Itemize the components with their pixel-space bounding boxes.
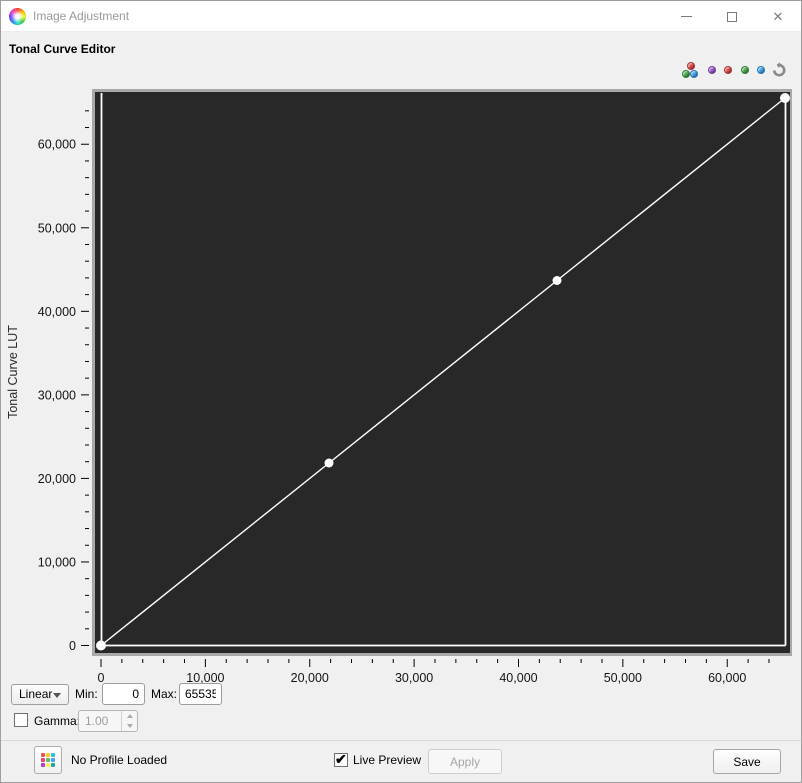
- x-tick-label: 50,000: [604, 671, 642, 685]
- y-tick-label: 10,000: [38, 555, 76, 569]
- tonal-curve-chart: 010,00020,00030,00040,00050,00060,000010…: [1, 86, 802, 690]
- channel-green-icon[interactable]: [741, 66, 749, 74]
- profile-status: No Profile Loaded: [71, 746, 167, 774]
- spin-up-icon[interactable]: [122, 711, 137, 721]
- x-tick-label: 40,000: [499, 671, 537, 685]
- save-button[interactable]: Save: [713, 749, 781, 774]
- y-tick-label: 0: [69, 639, 76, 653]
- x-tick-label: 60,000: [708, 671, 746, 685]
- control-point[interactable]: [553, 276, 562, 285]
- save-button-label: Save: [733, 755, 760, 769]
- window-controls: ✕: [663, 1, 801, 32]
- channel-luminance-icon[interactable]: [708, 66, 716, 74]
- channel-rgb-combined-icon[interactable]: [682, 62, 699, 78]
- control-point[interactable]: [325, 459, 334, 468]
- curve-type-dropdown[interactable]: Linear: [11, 684, 69, 705]
- channel-red-icon[interactable]: [724, 66, 732, 74]
- reset-icon: [770, 61, 788, 79]
- gamma-value: 1.00: [85, 711, 108, 731]
- section-title: Tonal Curve Editor: [9, 42, 115, 56]
- y-tick-label: 30,000: [38, 388, 76, 402]
- profile-grid-icon: [41, 753, 55, 767]
- y-tick-label: 20,000: [38, 472, 76, 486]
- channel-blue-icon[interactable]: [757, 66, 765, 74]
- control-point[interactable]: [96, 641, 106, 651]
- y-tick-label: 60,000: [38, 138, 76, 152]
- max-label: Max:: [151, 684, 177, 705]
- rgb-red-dot-icon: [687, 62, 695, 70]
- live-preview-label: Live Preview: [353, 746, 421, 774]
- titlebar: Image Adjustment ✕: [1, 1, 801, 32]
- curve-type-value: Linear: [19, 687, 52, 701]
- apply-button-label: Apply: [450, 755, 480, 769]
- gamma-checkbox[interactable]: [14, 713, 28, 727]
- spin-down-icon[interactable]: [122, 721, 137, 731]
- y-tick-label: 40,000: [38, 305, 76, 319]
- control-point[interactable]: [780, 93, 790, 103]
- minimize-button[interactable]: [663, 1, 709, 32]
- rgb-blue-dot-icon: [690, 70, 698, 78]
- x-tick-label: 20,000: [291, 671, 329, 685]
- live-preview-checkbox[interactable]: [334, 753, 348, 767]
- color-wheel-app-icon: [9, 8, 26, 25]
- minimize-icon: [681, 16, 692, 17]
- footer-divider: [1, 740, 801, 741]
- reset-curve-button[interactable]: [769, 60, 789, 80]
- apply-button[interactable]: Apply: [428, 749, 502, 774]
- load-profile-button[interactable]: [34, 746, 62, 774]
- maximize-button[interactable]: [709, 1, 755, 32]
- rgb-green-dot-icon: [682, 70, 690, 78]
- gamma-spin-buttons: [121, 711, 137, 731]
- image-adjustment-window: Image Adjustment ✕ Tonal Curve Editor 0 1…: [0, 0, 802, 783]
- gamma-spinner[interactable]: 1.00: [78, 710, 138, 732]
- close-button[interactable]: ✕: [755, 1, 801, 32]
- min-label: Min:: [75, 684, 98, 705]
- min-input[interactable]: [102, 683, 145, 705]
- y-tick-label: 50,000: [38, 221, 76, 235]
- x-tick-label: 30,000: [395, 671, 433, 685]
- gamma-label: Gamma:: [34, 711, 80, 732]
- window-title: Image Adjustment: [33, 1, 129, 32]
- maximize-icon: [727, 12, 737, 22]
- max-input[interactable]: [179, 683, 222, 705]
- y-axis-title: Tonal Curve LUT: [6, 325, 20, 419]
- close-icon: ✕: [773, 10, 784, 23]
